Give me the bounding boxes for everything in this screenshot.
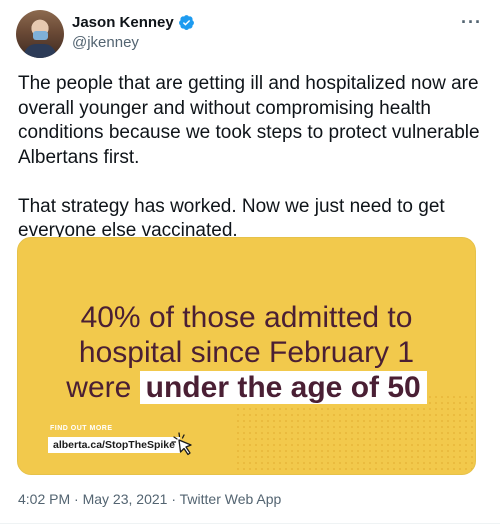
tweet-date[interactable]: May 23, 2021	[83, 491, 168, 507]
more-horizontal-icon[interactable]: ···	[461, 12, 482, 33]
tweet-time[interactable]: 4:02 PM	[18, 491, 70, 507]
media-headline-line-2: hospital since February 1	[78, 336, 415, 369]
tweet-media-image[interactable]: 40% of those admitted to hospital since …	[17, 237, 476, 475]
meta-separator-2: ·	[171, 491, 180, 507]
author-avatar[interactable]	[16, 10, 64, 58]
media-url-text: alberta.ca/StopTheSpike	[48, 437, 180, 453]
media-headline-highlight: under the age of 50	[139, 371, 427, 404]
avatar-mask-detail	[33, 31, 48, 40]
author-handle[interactable]: @jkenney	[72, 34, 139, 51]
media-headline-prefix: were	[66, 371, 132, 404]
media-headline-line-3: were under the age of 50	[18, 370, 475, 405]
media-headline: 40% of those admitted to hospital since …	[18, 300, 475, 405]
tweet-text: The people that are getting ill and hosp…	[18, 73, 480, 241]
author-name[interactable]: Jason Kenney	[72, 14, 174, 31]
meta-separator-1: ·	[74, 491, 83, 507]
avatar-shirt-detail	[24, 44, 56, 58]
bottom-divider	[0, 523, 500, 524]
tweet-card: Jason Kenney @jkenney ··· The people tha…	[0, 0, 500, 526]
media-headline-line-1: 40% of those admitted to	[80, 301, 413, 334]
tweet-source[interactable]: Twitter Web App	[180, 491, 282, 507]
tweet-meta: 4:02 PM · May 23, 2021 · Twitter Web App	[18, 491, 281, 507]
find-out-more-label: FIND OUT MORE	[50, 425, 113, 432]
verified-badge-icon	[178, 15, 194, 31]
cursor-click-icon	[171, 432, 192, 456]
author-name-row: Jason Kenney	[72, 14, 195, 31]
